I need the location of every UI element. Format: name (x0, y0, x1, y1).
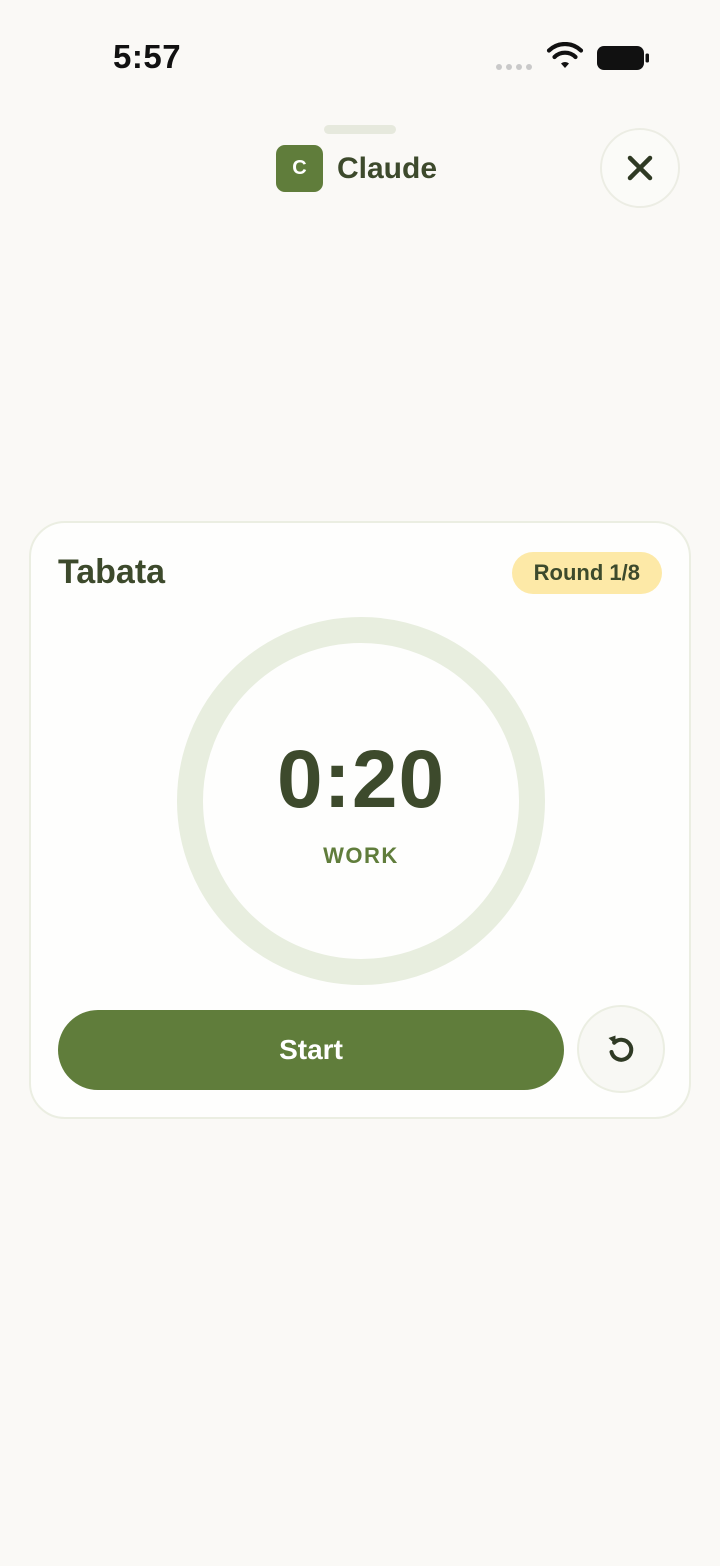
close-icon (627, 155, 653, 181)
wifi-icon (546, 42, 584, 68)
status-time: 5:57 (113, 38, 182, 75)
reset-button[interactable] (577, 1005, 665, 1093)
round-badge: Round 1/8 (511, 552, 662, 594)
reset-icon (608, 1035, 634, 1062)
claude-logo: C (276, 145, 323, 192)
phase-label: WORK (323, 843, 399, 868)
timer-value: 0:20 (276, 734, 446, 825)
signal-icon (496, 64, 532, 70)
app-name: Claude (337, 151, 438, 185)
timer-title: Tabata (58, 553, 166, 591)
battery-icon (597, 46, 649, 70)
start-button[interactable]: Start (58, 1010, 564, 1090)
close-button[interactable] (600, 128, 680, 208)
brand: C Claude (276, 145, 437, 192)
timer-card: Tabata Round 1/8 0:20 WORK Start (29, 521, 691, 1119)
drag-handle[interactable] (324, 125, 396, 134)
